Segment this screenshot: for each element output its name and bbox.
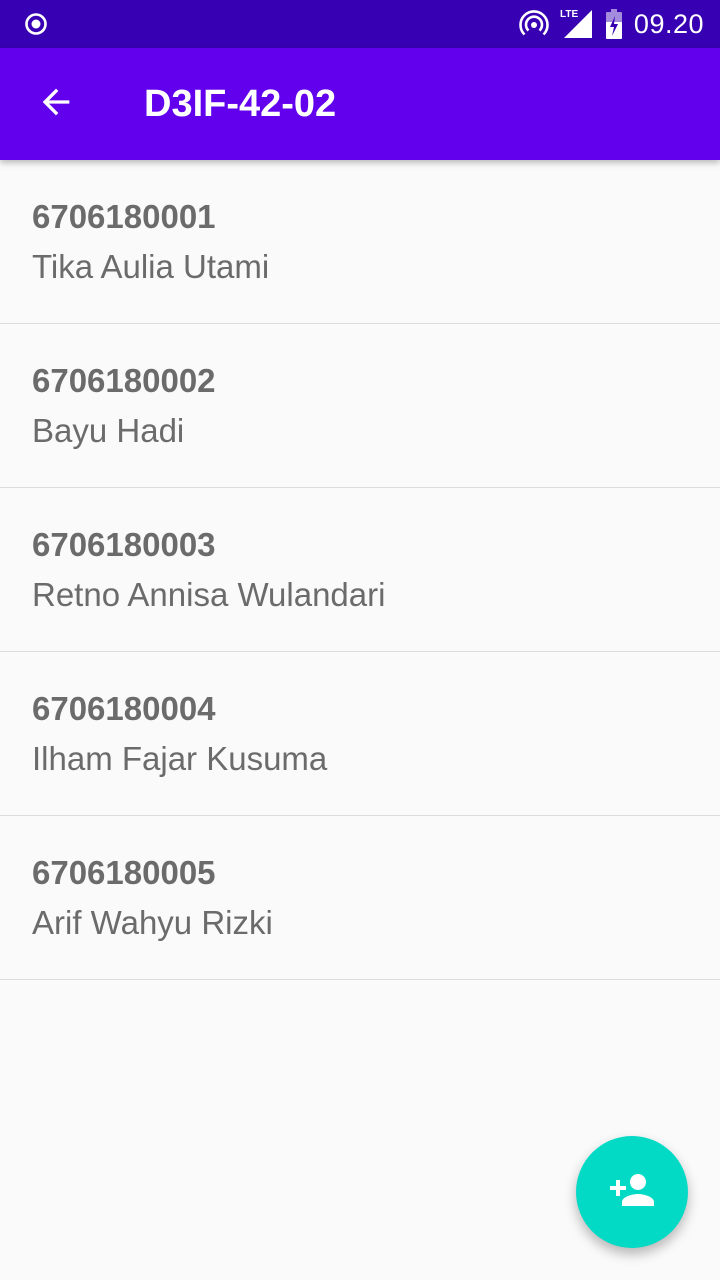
page-title: D3IF-42-02: [144, 83, 337, 125]
list-item[interactable]: 6706180004 Ilham Fajar Kusuma: [0, 652, 720, 816]
signal-icon: LTE: [560, 8, 594, 40]
student-name: Tika Aulia Utami: [32, 248, 270, 285]
student-list: 6706180001 Tika Aulia Utami 6706180002 B…: [0, 160, 720, 980]
list-item[interactable]: 6706180003 Retno Annisa Wulandari: [0, 488, 720, 652]
student-id: 6706180003: [32, 526, 216, 563]
arrow-back-icon: [36, 82, 76, 127]
app-bar: D3IF-42-02: [0, 48, 720, 160]
add-student-button[interactable]: [576, 1136, 688, 1248]
back-button[interactable]: [28, 76, 84, 132]
student-name: Retno Annisa Wulandari: [32, 576, 386, 613]
person-add-icon: [608, 1166, 656, 1219]
student-id: 6706180001: [32, 198, 216, 235]
record-circle-icon: [24, 12, 48, 36]
battery-charging-icon: [604, 8, 624, 40]
student-name: Ilham Fajar Kusuma: [32, 740, 328, 777]
hotspot-icon: [518, 8, 550, 40]
student-id: 6706180004: [32, 690, 216, 727]
student-id: 6706180002: [32, 362, 216, 399]
network-label: LTE: [560, 9, 578, 20]
status-icons: LTE 09.20: [518, 0, 704, 48]
student-id: 6706180005: [32, 854, 216, 891]
list-item[interactable]: 6706180005 Arif Wahyu Rizki: [0, 816, 720, 980]
student-name: Bayu Hadi: [32, 412, 185, 449]
status-bar: LTE 09.20: [0, 0, 720, 48]
list-item[interactable]: 6706180002 Bayu Hadi: [0, 324, 720, 488]
list-item[interactable]: 6706180001 Tika Aulia Utami: [0, 160, 720, 324]
student-name: Arif Wahyu Rizki: [32, 904, 273, 941]
status-time: 09.20: [633, 8, 704, 39]
